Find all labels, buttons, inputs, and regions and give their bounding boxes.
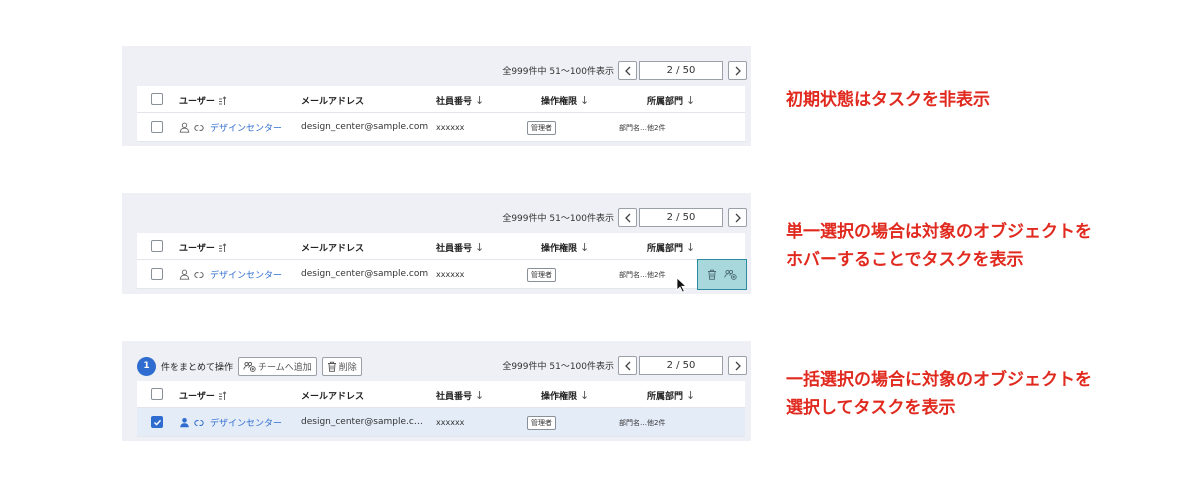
panel-single-hover: 全999件中 51〜100件表示 2 / 50 ユーザー メールアドレス 社員番… <box>122 193 751 294</box>
annotation-single-select: 単一選択の場合は対象のオブジェクトを ホバーすることでタスクを表示 <box>786 222 1092 270</box>
permission-badge: 管理者 <box>527 416 556 430</box>
row-hover-task-bar <box>697 259 747 290</box>
chevron-right-icon <box>735 361 741 370</box>
user-table: ユーザー メールアドレス 社員番号 ↓ 操作権限 ↓ 所属部門 ↓ デザインセンター … <box>137 381 745 437</box>
person-icon <box>179 269 190 280</box>
chevron-left-icon <box>624 361 630 370</box>
prev-page-button[interactable] <box>618 208 637 227</box>
table-row[interactable]: デザインセンター design_center@sample.c… xxxxxx … <box>137 408 745 437</box>
mouse-cursor-icon <box>676 277 688 293</box>
chevron-right-icon <box>735 66 741 75</box>
annotation-initial: 初期状態はタスクを非表示 <box>786 90 990 110</box>
page-number-input[interactable]: 2 / 50 <box>639 61 723 80</box>
column-header-user[interactable]: ユーザー <box>179 241 227 254</box>
sort-ascending-icon <box>218 242 227 252</box>
email-value: design_center@sample.com <box>301 269 429 279</box>
result-count: 全999件中 51〜100件表示 <box>502 362 614 372</box>
column-header-email: メールアドレス <box>301 244 365 254</box>
page-number-input[interactable]: 2 / 50 <box>639 356 723 375</box>
permission-badge: 管理者 <box>527 268 556 282</box>
link-icon <box>194 271 204 278</box>
employee-no-value: xxxxxx <box>436 123 465 132</box>
add-user-to-team-icon[interactable] <box>724 269 737 280</box>
employee-no-value: xxxxxx <box>436 270 465 279</box>
sort-down-icon: ↓ <box>475 241 485 254</box>
row-checkbox[interactable] <box>151 268 163 280</box>
email-value: design_center@sample.c… <box>301 417 423 427</box>
next-page-button[interactable] <box>728 208 747 227</box>
user-name-link[interactable]: デザインセンター <box>210 121 282 134</box>
result-count: 全999件中 51〜100件表示 <box>502 214 614 224</box>
column-header-email: メールアドレス <box>301 392 365 402</box>
table-row[interactable]: デザインセンター design_center@sample.com xxxxxx… <box>137 113 745 142</box>
table-header: ユーザー メールアドレス 社員番号 ↓ 操作権限 ↓ 所属部門 ↓ <box>137 233 745 260</box>
select-all-checkbox[interactable] <box>151 240 163 252</box>
table-header: ユーザー メールアドレス 社員番号 ↓ 操作権限 ↓ 所属部門 ↓ <box>137 86 745 113</box>
employee-no-value: xxxxxx <box>436 418 465 427</box>
pagination-bar: 全999件中 51〜100件表示 2 / 50 <box>122 206 751 228</box>
select-all-checkbox[interactable] <box>151 388 163 400</box>
column-header-permission[interactable]: 操作権限 ↓ <box>541 94 589 107</box>
person-icon <box>179 122 190 133</box>
panel-bulk-selection: 1 件をまとめて操作 チームへ追加 削除 全999件中 51〜100件表示 2 … <box>122 341 751 441</box>
trash-icon[interactable] <box>707 269 717 280</box>
checkmark-icon <box>153 419 162 426</box>
email-value: design_center@sample.com <box>301 122 429 132</box>
column-header-employee-no[interactable]: 社員番号 ↓ <box>436 389 484 402</box>
annotation-bulk-select: 一括選択の場合に対象のオブジェクトを 選択してタスクを表示 <box>786 370 1092 418</box>
next-page-button[interactable] <box>728 356 747 375</box>
link-icon <box>194 124 204 131</box>
user-name-link[interactable]: デザインセンター <box>210 268 282 281</box>
pagination-bar: 全999件中 51〜100件表示 2 / 50 <box>122 59 751 81</box>
department-value: 部門名…他2件 <box>619 419 666 427</box>
column-header-permission[interactable]: 操作権限 ↓ <box>541 241 589 254</box>
table-row[interactable]: デザインセンター design_center@sample.com xxxxxx… <box>137 260 745 289</box>
user-cell: デザインセンター <box>179 416 282 429</box>
department-value: 部門名…他2件 <box>619 271 666 279</box>
column-header-department[interactable]: 所属部門 ↓ <box>647 94 695 107</box>
table-header: ユーザー メールアドレス 社員番号 ↓ 操作権限 ↓ 所属部門 ↓ <box>137 381 745 408</box>
sort-down-icon: ↓ <box>686 389 696 402</box>
select-all-checkbox[interactable] <box>151 93 163 105</box>
column-header-user[interactable]: ユーザー <box>179 389 227 402</box>
sort-down-icon: ↓ <box>475 389 485 402</box>
column-header-employee-no[interactable]: 社員番号 ↓ <box>436 241 484 254</box>
column-header-department[interactable]: 所属部門 ↓ <box>647 241 695 254</box>
prev-page-button[interactable] <box>618 356 637 375</box>
person-icon <box>180 418 189 428</box>
column-header-department[interactable]: 所属部門 ↓ <box>647 389 695 402</box>
link-icon <box>194 419 204 426</box>
user-table: ユーザー メールアドレス 社員番号 ↓ 操作権限 ↓ 所属部門 ↓ デザインセンター … <box>137 86 745 142</box>
sort-down-icon: ↓ <box>580 241 590 254</box>
sort-down-icon: ↓ <box>580 94 590 107</box>
result-count: 全999件中 51〜100件表示 <box>502 67 614 77</box>
sort-ascending-icon <box>218 95 227 105</box>
row-checkbox[interactable] <box>151 416 163 428</box>
chevron-left-icon <box>624 66 630 75</box>
prev-page-button[interactable] <box>618 61 637 80</box>
column-header-user[interactable]: ユーザー <box>179 94 227 107</box>
column-header-email: メールアドレス <box>301 97 365 107</box>
column-header-employee-no[interactable]: 社員番号 ↓ <box>436 94 484 107</box>
department-value: 部門名…他2件 <box>619 124 666 132</box>
pagination-bar: 全999件中 51〜100件表示 2 / 50 <box>122 354 751 376</box>
panel-initial-state: 全999件中 51〜100件表示 2 / 50 ユーザー メールアドレス 社員番… <box>122 46 751 146</box>
chevron-right-icon <box>735 213 741 222</box>
column-header-permission[interactable]: 操作権限 ↓ <box>541 389 589 402</box>
sort-down-icon: ↓ <box>686 241 696 254</box>
page-number-input[interactable]: 2 / 50 <box>639 208 723 227</box>
user-table: ユーザー メールアドレス 社員番号 ↓ 操作権限 ↓ 所属部門 ↓ デザインセンター … <box>137 233 745 289</box>
chevron-left-icon <box>624 213 630 222</box>
sort-down-icon: ↓ <box>580 389 590 402</box>
sort-ascending-icon <box>218 390 227 400</box>
user-name-link[interactable]: デザインセンター <box>210 416 282 429</box>
sort-down-icon: ↓ <box>475 94 485 107</box>
permission-badge: 管理者 <box>527 121 556 135</box>
user-cell: デザインセンター <box>179 268 282 281</box>
sort-down-icon: ↓ <box>686 94 696 107</box>
user-cell: デザインセンター <box>179 121 282 134</box>
next-page-button[interactable] <box>728 61 747 80</box>
row-checkbox[interactable] <box>151 121 163 133</box>
